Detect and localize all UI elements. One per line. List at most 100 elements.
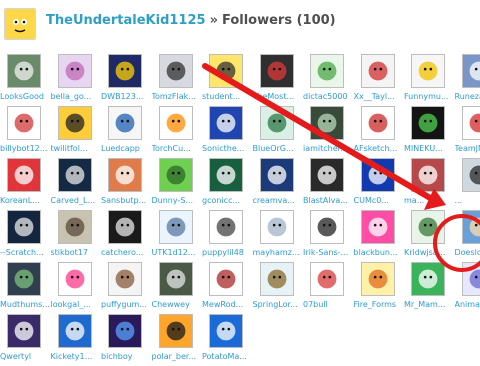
- follower-username-link[interactable]: creamva...: [253, 196, 305, 206]
- follower-tile[interactable]: UTK1d12...: [152, 210, 208, 262]
- follower-tile[interactable]: --Scratch...: [0, 210, 56, 262]
- follower-tile[interactable]: BlueOrG...: [253, 106, 309, 158]
- follower-tile[interactable]: Chewwey: [152, 262, 208, 314]
- follower-avatar[interactable]: [462, 262, 480, 296]
- follower-username-link[interactable]: MINEKU...: [404, 144, 456, 154]
- follower-username-link[interactable]: Xx__Tayl...: [354, 92, 406, 102]
- follower-username-link[interactable]: dictac5000: [303, 92, 355, 102]
- follower-tile[interactable]: catchero...: [101, 210, 157, 262]
- follower-avatar[interactable]: [209, 106, 243, 140]
- follower-avatar[interactable]: [108, 158, 142, 192]
- follower-username-link[interactable]: DWB123...: [101, 92, 153, 102]
- follower-tile[interactable]: stikbot17: [51, 210, 107, 262]
- follower-avatar[interactable]: [58, 262, 92, 296]
- follower-username-link[interactable]: Runezaz1: [455, 92, 480, 102]
- follower-avatar[interactable]: [159, 54, 193, 88]
- follower-avatar[interactable]: [108, 314, 142, 348]
- follower-avatar[interactable]: [159, 262, 193, 296]
- follower-username-link[interactable]: Mudthums...: [0, 300, 52, 310]
- follower-tile[interactable]: AnimaLe...: [455, 262, 480, 314]
- follower-tile[interactable]: Mr_Mam...: [404, 262, 460, 314]
- follower-username-link[interactable]: ma...: [404, 196, 456, 206]
- follower-username-link[interactable]: Carved_L...: [51, 196, 103, 206]
- follower-avatar[interactable]: [159, 210, 193, 244]
- follower-avatar[interactable]: [361, 54, 395, 88]
- follower-avatar[interactable]: [462, 54, 480, 88]
- follower-tile[interactable]: 07bull: [303, 262, 359, 314]
- follower-username-link[interactable]: iamitcher...: [303, 144, 355, 154]
- follower-avatar[interactable]: [159, 106, 193, 140]
- follower-tile[interactable]: Doeslope...: [455, 210, 480, 262]
- follower-tile[interactable]: TomzFlak...: [152, 54, 208, 106]
- follower-avatar[interactable]: [209, 262, 243, 296]
- follower-username-link[interactable]: BlueOrG...: [253, 144, 305, 154]
- follower-avatar[interactable]: [108, 54, 142, 88]
- follower-username-link[interactable]: LooksGood: [0, 92, 52, 102]
- follower-tile[interactable]: iamitcher...: [303, 106, 359, 158]
- follower-avatar[interactable]: [411, 262, 445, 296]
- follower-username-link[interactable]: stikbot17: [51, 248, 103, 258]
- follower-username-link[interactable]: puffygum...: [101, 300, 153, 310]
- follower-avatar[interactable]: [159, 158, 193, 192]
- follower-username-link[interactable]: Doeslope...: [455, 248, 480, 258]
- follower-avatar[interactable]: [108, 210, 142, 244]
- follower-avatar[interactable]: [411, 158, 445, 192]
- follower-avatar[interactable]: [411, 210, 445, 244]
- follower-username-link[interactable]: lookgal_...: [51, 300, 103, 310]
- follower-avatar[interactable]: [58, 106, 92, 140]
- follower-avatar[interactable]: [7, 106, 41, 140]
- follower-username-link[interactable]: Sansbutp...: [101, 196, 153, 206]
- follower-tile[interactable]: Kridwjsa...: [404, 210, 460, 262]
- follower-username-link[interactable]: PotatoMa...: [202, 352, 254, 362]
- follower-tile[interactable]: TeamJMX: [455, 106, 480, 158]
- follower-tile[interactable]: billybot12...: [0, 106, 56, 158]
- follower-avatar[interactable]: [260, 106, 294, 140]
- follower-avatar[interactable]: [361, 158, 395, 192]
- follower-username-link[interactable]: CUMc0...: [354, 196, 406, 206]
- follower-avatar[interactable]: [58, 314, 92, 348]
- follower-avatar[interactable]: [260, 158, 294, 192]
- follower-avatar[interactable]: [462, 158, 480, 192]
- follower-tile[interactable]: Runezaz1: [455, 54, 480, 106]
- follower-tile[interactable]: SpringLor...: [253, 262, 309, 314]
- follower-username-link[interactable]: twilitfol...: [51, 144, 103, 154]
- follower-tile[interactable]: Carved_L...: [51, 158, 107, 210]
- follower-username-link[interactable]: MewRod...: [202, 300, 254, 310]
- follower-tile[interactable]: Dunny-S...: [152, 158, 208, 210]
- follower-username-link[interactable]: Dunny-S...: [152, 196, 204, 206]
- follower-tile[interactable]: Irik-Sans-...: [303, 210, 359, 262]
- follower-avatar[interactable]: [7, 54, 41, 88]
- follower-tile[interactable]: bella_go...: [51, 54, 107, 106]
- follower-tile[interactable]: BlastAlva...: [303, 158, 359, 210]
- follower-avatar[interactable]: [58, 210, 92, 244]
- follower-username-link[interactable]: 07bull: [303, 300, 355, 310]
- follower-avatar[interactable]: [310, 106, 344, 140]
- follower-username-link[interactable]: Mr_Mam...: [404, 300, 456, 310]
- follower-username-link[interactable]: puppylil48: [202, 248, 254, 258]
- follower-username-link[interactable]: ...: [455, 196, 480, 206]
- follower-tile[interactable]: KoreanL...: [0, 158, 56, 210]
- follower-avatar[interactable]: [58, 158, 92, 192]
- follower-tile[interactable]: puffygum...: [101, 262, 157, 314]
- follower-username-link[interactable]: student...: [202, 92, 254, 102]
- follower-username-link[interactable]: catchero...: [101, 248, 153, 258]
- follower-tile[interactable]: MINEKU...: [404, 106, 460, 158]
- follower-tile[interactable]: CUMc0...: [354, 158, 410, 210]
- follower-avatar[interactable]: [411, 54, 445, 88]
- follower-tile[interactable]: Luedcapp: [101, 106, 157, 158]
- follower-username-link[interactable]: Funnymu...: [404, 92, 456, 102]
- follower-username-link[interactable]: Chewwey: [152, 300, 204, 310]
- follower-avatar[interactable]: [260, 262, 294, 296]
- follower-avatar[interactable]: [58, 54, 92, 88]
- follower-username-link[interactable]: BlastAlva...: [303, 196, 355, 206]
- follower-username-link[interactable]: AnimaLe...: [455, 300, 480, 310]
- follower-username-link[interactable]: billybot12...: [0, 144, 52, 154]
- follower-avatar[interactable]: [310, 54, 344, 88]
- follower-tile[interactable]: Xx__Tayl...: [354, 54, 410, 106]
- follower-tile[interactable]: puppylil48: [202, 210, 258, 262]
- follower-tile[interactable]: Qwertyl: [0, 314, 56, 366]
- follower-username-link[interactable]: UTK1d12...: [152, 248, 204, 258]
- follower-username-link[interactable]: TheMost...: [253, 92, 305, 102]
- follower-tile[interactable]: lookgal_...: [51, 262, 107, 314]
- follower-username-link[interactable]: gconicc...: [202, 196, 254, 206]
